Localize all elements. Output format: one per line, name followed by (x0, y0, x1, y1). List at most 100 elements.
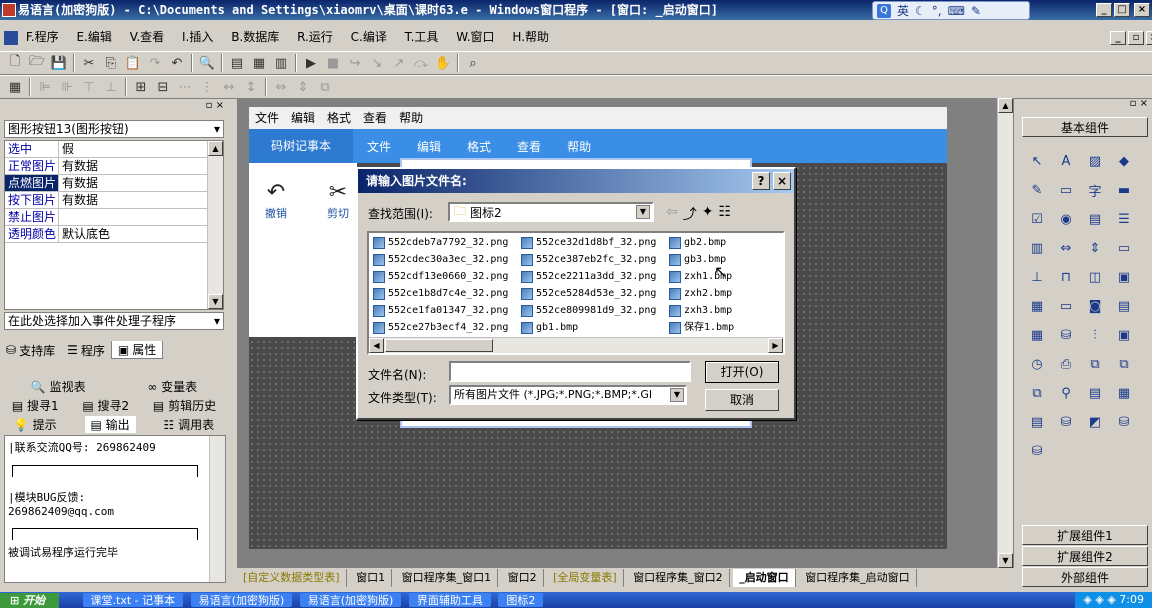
maximize-button[interactable]: □ (1114, 3, 1130, 17)
prop-row[interactable]: 正常图片 有数据 (5, 158, 223, 175)
binoculars-icon[interactable]: ⌕ (462, 53, 484, 73)
space-v-icon[interactable]: ⋮ (196, 77, 218, 97)
file-item[interactable]: 552cdec30a3ec_32.png (373, 252, 508, 268)
size-h-icon[interactable]: ⇕ (292, 77, 314, 97)
layout1-icon[interactable]: ▤ (226, 53, 248, 73)
mdi-close-button[interactable]: × (1146, 31, 1152, 45)
menu-run[interactable]: R.运行 (297, 30, 333, 44)
tab-window2-code[interactable]: 窗口程序集_窗口2 (627, 569, 730, 587)
bring-icon[interactable]: ⧉ (314, 77, 336, 97)
tab-search1[interactable]: ▤ 搜寻1 (12, 397, 59, 414)
menu-program[interactable]: F.程序 (26, 30, 59, 44)
group-ext1[interactable]: 扩展组件1 (1022, 525, 1148, 545)
scroll-right-icon[interactable]: ▶ (768, 338, 783, 353)
step-icon[interactable]: ↪ (344, 53, 366, 73)
printer-icon[interactable]: ⎙ (1054, 352, 1078, 376)
undo-icon[interactable]: ↶ (166, 53, 188, 73)
app-menu-edit[interactable]: 编辑 (417, 138, 441, 155)
undo-button[interactable]: ↶ 撤销 (261, 181, 291, 221)
prop-value[interactable]: 有数据 (59, 175, 207, 191)
chart-icon[interactable]: ◩ (1083, 410, 1107, 434)
align-top-icon[interactable]: ⊤ (78, 77, 100, 97)
prop-value[interactable]: 默认底色 (59, 226, 223, 242)
app-menu-help[interactable]: 帮助 (567, 138, 591, 155)
dataset-icon[interactable]: ▦ (1112, 381, 1136, 405)
scroll-down-icon[interactable]: ▼ (208, 294, 223, 309)
task-notepad[interactable]: 课堂.txt - 记事本 (82, 593, 184, 607)
menu-help[interactable]: H.帮助 (512, 30, 549, 44)
chevron-down-icon[interactable]: ▾ (214, 121, 220, 137)
tab-hint[interactable]: 💡 提示 (14, 416, 57, 433)
task-eyuyan1[interactable]: 易语言(加密狗版) (190, 593, 293, 607)
selectlist-icon[interactable]: ▥ (1025, 236, 1049, 260)
network-icon[interactable]: ⧉ (1083, 352, 1107, 376)
form-menu-help[interactable]: 帮助 (399, 107, 423, 129)
checkbox-icon[interactable]: ☑ (1025, 207, 1049, 231)
new-icon[interactable]: 🗋 (4, 53, 26, 73)
chevron-down-icon[interactable]: ▾ (214, 313, 220, 329)
step-over-icon[interactable]: ⤼ (410, 53, 432, 73)
tab-variables[interactable]: ∞ 变量表 (147, 378, 197, 395)
app-menu-file[interactable]: 文件 (367, 138, 391, 155)
file-list-scrollbar[interactable]: ◀ ▶ (369, 337, 783, 353)
ime-bar[interactable]: Q 英 ☾ °, ⌨ ✎ (872, 1, 1030, 20)
file-item[interactable]: 552cdeb7a7792_32.png (373, 235, 508, 251)
scroll-down-icon[interactable]: ▼ (998, 553, 1013, 568)
mdi-restore-button[interactable]: ▫ (1128, 31, 1144, 45)
redo-icon[interactable]: ↷ (144, 53, 166, 73)
tab-icon[interactable]: ⊓ (1054, 265, 1078, 289)
scroll-left-icon[interactable]: ◀ (369, 338, 384, 353)
app-menu-view[interactable]: 查看 (517, 138, 541, 155)
file-item[interactable]: 保存1.bmp (669, 320, 734, 336)
prop-row[interactable]: 选中假 (5, 141, 223, 158)
close-button[interactable]: × (1134, 3, 1150, 17)
menu-compile[interactable]: C.编译 (351, 30, 387, 44)
file-item[interactable]: 552ce809981d9_32.png (521, 303, 656, 319)
tab-window2[interactable]: 窗口2 (502, 569, 544, 587)
menu-window[interactable]: W.窗口 (456, 30, 494, 44)
prop-value[interactable]: 有数据 (59, 192, 223, 208)
mdi-minimize-button[interactable]: _ (1110, 31, 1126, 45)
slider-icon[interactable]: ⊥ (1025, 265, 1049, 289)
picture-icon[interactable]: ▨ (1083, 149, 1107, 173)
panel-controls[interactable]: ▫ × (0, 100, 228, 118)
group-basic[interactable]: 基本组件 (1022, 117, 1148, 137)
file-item[interactable]: 552cdf13e0660_32.png (373, 269, 508, 285)
text-icon[interactable]: 字 (1083, 178, 1107, 202)
ime-mode[interactable]: 英 (897, 2, 909, 19)
task-eyuyan2[interactable]: 易语言(加密狗版) (299, 593, 402, 607)
tab-program[interactable]: ☰ 程序 (61, 341, 111, 359)
prop-row-selected[interactable]: 点燃图片有数据··· (5, 175, 223, 192)
chevron-down-icon[interactable]: ▼ (636, 205, 650, 219)
tab-clip-history[interactable]: ▤ 剪辑历史 (153, 397, 216, 414)
tab-startup-code[interactable]: 窗口程序集_启动窗口 (799, 569, 917, 587)
filename-input[interactable] (449, 361, 691, 382)
group-external[interactable]: 外部组件 (1022, 567, 1148, 587)
picbox-icon[interactable]: ▭ (1054, 178, 1078, 202)
filetype-combo[interactable]: 所有图片文件 (*.JPG;*.PNG;*.BMP;*.GI ▼ (449, 385, 687, 405)
scroll-up-icon[interactable]: ▲ (208, 141, 223, 156)
moon-icon[interactable]: ☾ (915, 4, 926, 18)
layout2-icon[interactable]: ▦ (248, 53, 270, 73)
cut-icon[interactable]: ✂ (78, 53, 100, 73)
dialog-close-button[interactable]: × (773, 172, 791, 190)
file-item[interactable]: 552ce5284d53e_32.png (521, 286, 656, 302)
db-source-icon[interactable]: ▤ (1025, 410, 1049, 434)
event-combo[interactable]: 在此处选择加入事件处理子程序 ▾ (4, 312, 224, 330)
file-item[interactable]: 552ce27b3ecf4_32.png (373, 320, 508, 336)
shape-icon[interactable]: ◆ (1112, 149, 1136, 173)
size-w-icon[interactable]: ⇔ (270, 77, 292, 97)
listbox-icon[interactable]: ☰ (1112, 207, 1136, 231)
open-button[interactable]: 打开(O) (705, 361, 779, 383)
clock-icon[interactable]: ◷ (1025, 352, 1049, 376)
chevron-down-icon[interactable]: ▼ (670, 388, 684, 402)
tab-custom-types[interactable]: [自定义数据类型表] (237, 569, 347, 587)
grid-icon[interactable]: ▦ (4, 77, 26, 97)
label-icon[interactable]: A (1054, 149, 1078, 173)
file-item[interactable]: 552ce1fa01347_32.png (373, 303, 508, 319)
minimize-button[interactable]: _ (1096, 3, 1112, 17)
file-item[interactable]: gb1.bmp (521, 320, 578, 336)
form-menu-edit[interactable]: 编辑 (291, 107, 315, 129)
odbc2-icon[interactable]: ⛁ (1025, 439, 1049, 463)
cancel-button[interactable]: 取消 (705, 389, 779, 411)
